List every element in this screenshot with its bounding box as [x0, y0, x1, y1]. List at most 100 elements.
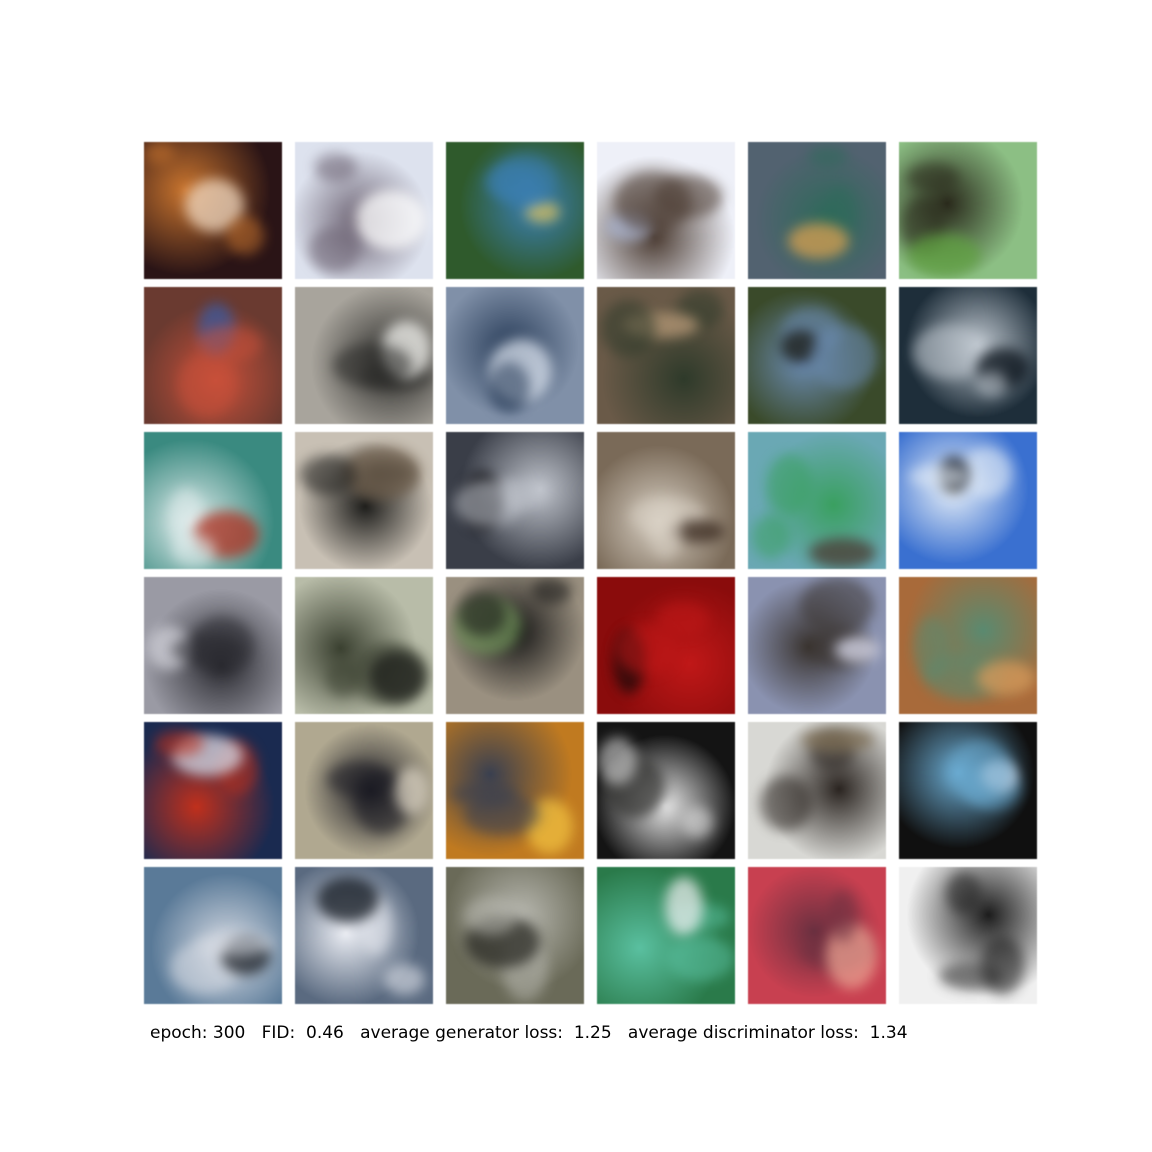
generated-sample-tile	[748, 287, 886, 424]
generated-sample-tile	[295, 142, 433, 279]
generated-sample-tile	[748, 722, 886, 859]
sample-texture-blob	[913, 616, 950, 681]
epoch-value: 300	[212, 1023, 246, 1043]
sample-texture-blob	[384, 964, 425, 995]
generated-sample-tile	[597, 142, 735, 279]
sample-texture-blob	[172, 635, 244, 665]
sample-texture-blob	[616, 624, 677, 675]
generated-sample-tile	[295, 722, 433, 859]
sample-texture-blob	[317, 877, 379, 922]
sample-texture-blob	[178, 353, 236, 417]
epoch-label: epoch:	[150, 1023, 208, 1043]
sample-texture-blob	[532, 577, 572, 604]
sample-texture-blob	[682, 807, 713, 838]
sample-texture-blob	[948, 740, 1013, 802]
generated-sample-tile	[748, 577, 886, 714]
sample-texture-blob	[598, 737, 637, 785]
fid-value: 0.46	[306, 1023, 344, 1043]
generated-sample-tile	[597, 577, 735, 714]
generated-sample-tile	[446, 142, 584, 279]
generated-sample-tile	[295, 432, 433, 569]
generated-sample-tile	[597, 722, 735, 859]
sample-texture-blob	[458, 592, 506, 636]
sample-texture-blob	[828, 890, 858, 942]
sample-texture-blob	[760, 776, 812, 831]
sample-texture-blob	[800, 577, 874, 635]
sample-texture-blob	[464, 794, 540, 835]
sample-texture-blob	[649, 505, 682, 559]
sample-texture-blob	[172, 534, 216, 567]
generated-sample-tile	[144, 287, 282, 424]
sample-texture-blob	[492, 154, 556, 207]
sample-texture-blob	[752, 515, 790, 559]
generated-sample-tile	[446, 722, 584, 859]
sample-texture-blob	[464, 897, 518, 935]
generated-sample-tile	[144, 577, 282, 714]
sample-texture-blob	[665, 877, 703, 936]
sample-texture-blob	[144, 142, 174, 164]
sample-texture-blob	[809, 538, 876, 568]
sample-texture-blob	[835, 636, 880, 663]
sample-texture-blob	[601, 300, 656, 357]
generated-sample-tile	[597, 432, 735, 569]
sample-texture-blob	[488, 362, 530, 412]
generated-sample-tile	[446, 432, 584, 569]
sample-texture-blob	[907, 234, 981, 277]
generated-sample-tile	[597, 867, 735, 1004]
generated-sample-tile	[899, 142, 1037, 279]
sample-texture-blob	[788, 223, 849, 259]
generated-sample-tile	[597, 287, 735, 424]
generated-sample-tile	[899, 867, 1037, 1004]
generated-sample-tile	[144, 142, 282, 279]
sample-texture-blob	[977, 661, 1035, 695]
generated-sample-tile	[295, 287, 433, 424]
sample-texture-blob	[906, 163, 959, 192]
sample-texture-blob	[913, 325, 986, 379]
sample-texture-blob	[369, 651, 425, 702]
sample-texture-blob	[766, 454, 812, 515]
training-metrics-caption: epoch: 300 FID: 0.46 average generator l…	[150, 1021, 908, 1045]
generated-sample-tile	[144, 722, 282, 859]
discriminator-loss-label: average discriminator loss:	[627, 1023, 859, 1043]
sample-texture-blob	[614, 172, 691, 232]
sample-texture-blob	[801, 728, 874, 752]
sample-texture-blob	[309, 227, 360, 273]
generated-sample-tile	[748, 867, 886, 1004]
sample-texture-blob	[667, 936, 734, 981]
generated-sample-tile	[899, 287, 1037, 424]
sample-texture-blob	[326, 660, 361, 697]
sample-texture-blob	[196, 326, 262, 362]
sample-texture-blob	[810, 325, 878, 389]
sample-texture-blob	[909, 465, 968, 488]
sample-grid	[144, 142, 1037, 1004]
sample-texture-blob	[981, 936, 1024, 995]
generated-sample-tile	[144, 432, 282, 569]
generated-sample-tile	[748, 432, 886, 569]
generated-sample-tile	[295, 867, 433, 1004]
sample-texture-blob	[196, 932, 274, 956]
sample-texture-blob	[946, 872, 981, 914]
generated-sample-tile	[295, 577, 433, 714]
sample-texture-blob	[333, 344, 412, 387]
sample-texture-blob	[454, 480, 524, 527]
sample-texture-blob	[154, 730, 204, 757]
generated-sample-tile	[899, 432, 1037, 569]
generated-sample-tile	[446, 867, 584, 1004]
generated-sample-tile	[899, 577, 1037, 714]
sample-texture-blob	[300, 455, 357, 495]
fid-label: FID:	[261, 1023, 296, 1043]
sample-texture-blob	[976, 371, 1007, 397]
sample-texture-blob	[395, 767, 429, 815]
sample-texture-blob	[327, 762, 390, 796]
discriminator-loss-value: 1.34	[869, 1023, 908, 1043]
generated-sample-tile	[748, 142, 886, 279]
sample-texture-blob	[314, 153, 357, 182]
generated-sample-tile	[899, 722, 1037, 859]
generated-sample-tile	[446, 287, 584, 424]
generated-sample-tile	[446, 577, 584, 714]
sample-texture-blob	[808, 145, 848, 167]
sample-texture-blob	[226, 216, 264, 255]
generator-loss-label: average generator loss:	[360, 1023, 564, 1043]
sample-texture-blob	[355, 190, 427, 250]
generated-sample-tile	[144, 867, 282, 1004]
